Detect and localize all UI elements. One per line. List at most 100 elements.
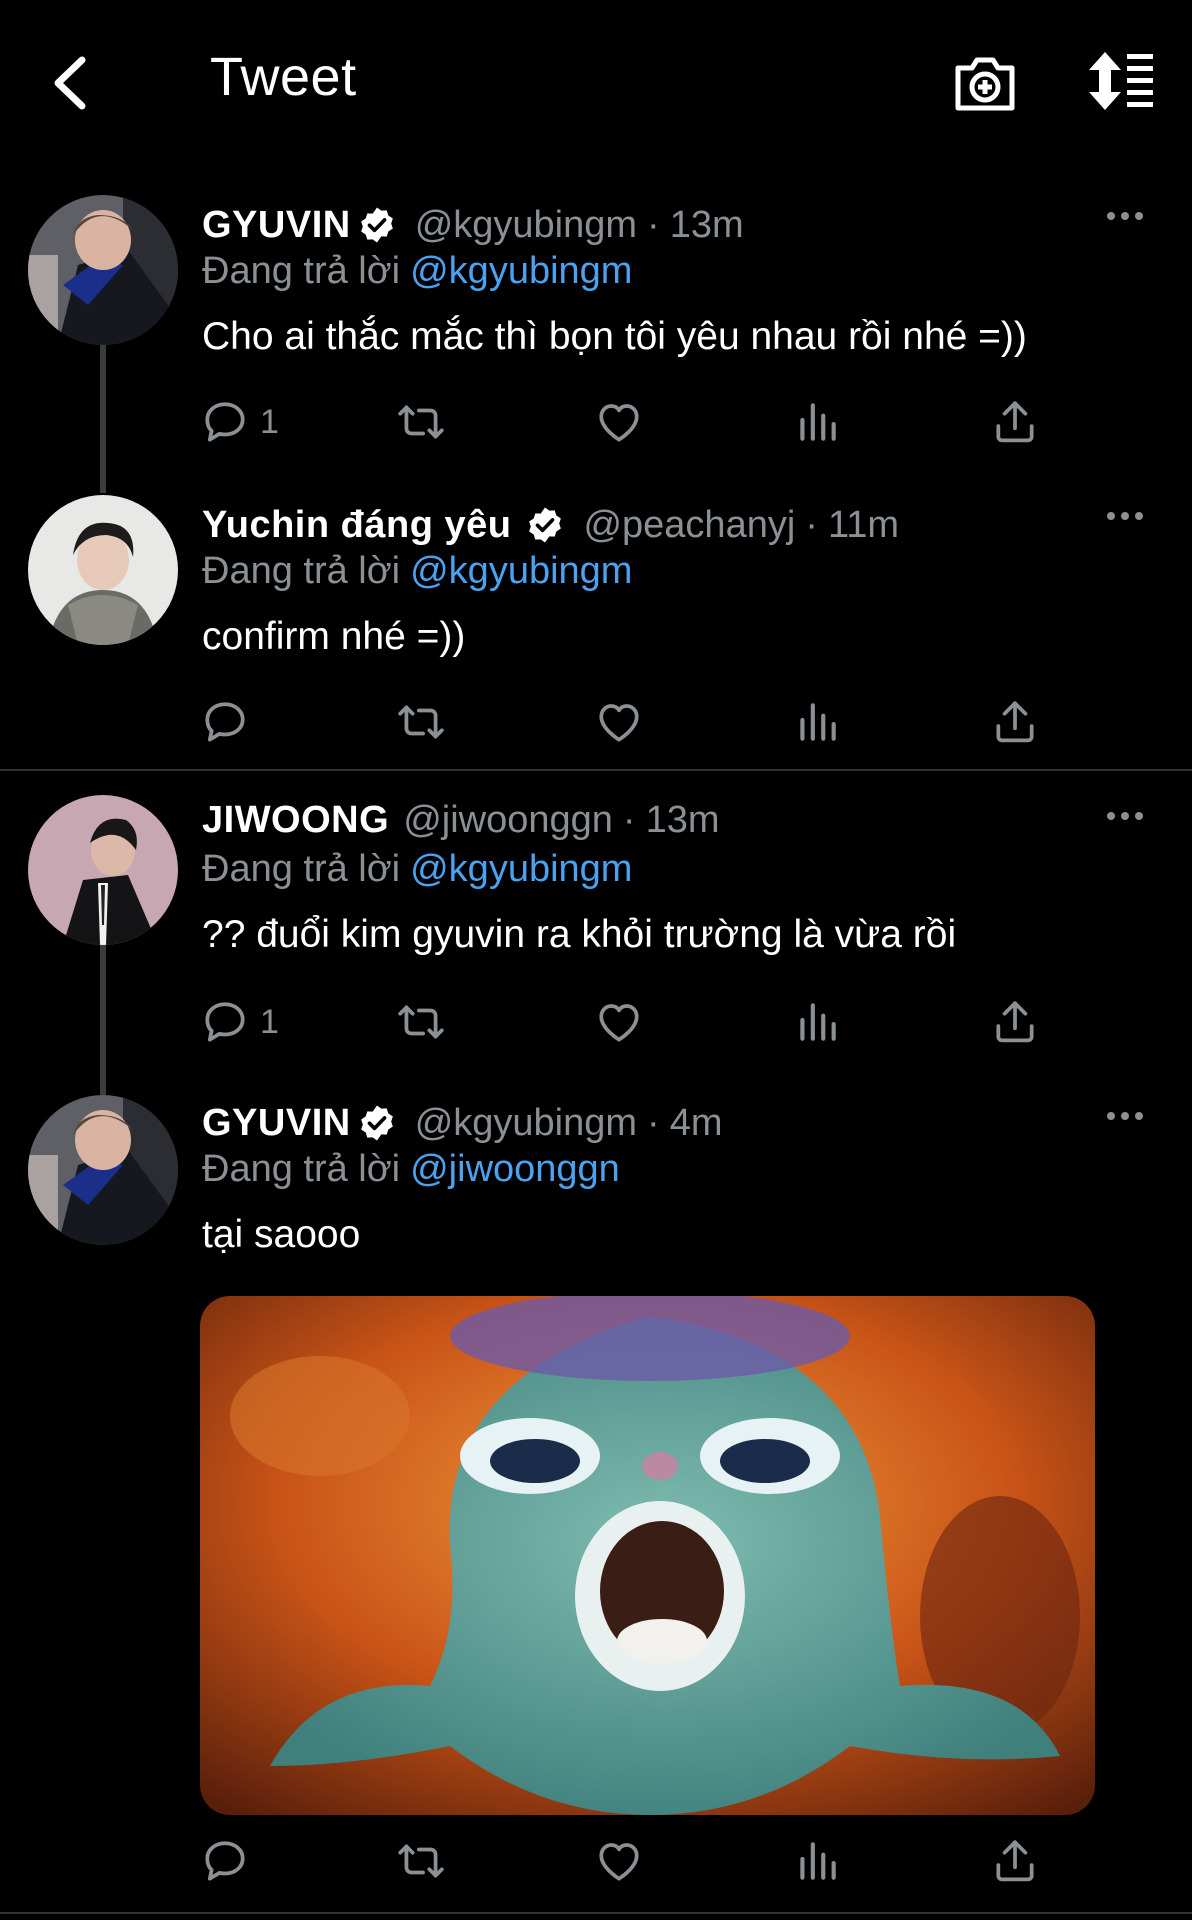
replying-to: Đang trả lời @kgyubingm [202,848,632,891]
avatar[interactable] [28,795,178,945]
verified-badge-icon [357,1103,397,1143]
camera-plus-icon [955,57,1015,111]
display-name[interactable]: GYUVIN [202,204,351,247]
reply-icon [200,997,250,1047]
timestamp[interactable]: 11m [828,504,899,547]
share-icon [990,1836,1040,1886]
display-name[interactable]: JIWOONG [202,799,389,842]
back-arrow-icon [54,56,86,110]
tweet-media-image[interactable] [200,1296,1095,1815]
more-options-button[interactable] [1105,506,1155,536]
replying-to: Đang trả lời @kgyubingm [202,250,632,293]
tweet-text: Cho ai thắc mắc thì bọn tôi yêu nhau rồi… [202,315,1027,358]
reply-count: 1 [260,1002,279,1041]
retweet-button[interactable] [396,394,446,450]
more-dots-icon [1105,506,1145,526]
retweet-button[interactable] [396,994,446,1050]
sort-replies-button[interactable] [1085,48,1155,118]
more-dots-icon [1105,806,1145,826]
tweet-header: Yuchin đáng yêu @peachanyj · 11m [202,500,899,550]
display-name[interactable]: GYUVIN [202,1102,351,1145]
like-button[interactable] [594,994,644,1050]
timestamp[interactable]: 13m [646,799,720,842]
tweet-actions [200,694,1060,754]
reply-icon [200,397,250,447]
thread-divider [0,769,1192,771]
separator-dot: · [647,203,660,246]
views-button[interactable] [792,1833,842,1889]
reply-button[interactable]: 1 [200,394,279,450]
share-button[interactable] [990,1833,1040,1889]
mention-link[interactable]: @kgyubingm [410,250,632,292]
reply-button[interactable] [200,1833,260,1889]
avatar[interactable] [28,1095,178,1245]
share-icon [990,397,1040,447]
display-name[interactable]: Yuchin đáng yêu [202,504,511,547]
back-button[interactable] [40,48,110,118]
more-options-button[interactable] [1105,806,1155,836]
analytics-icon [792,397,842,447]
tweet-divider [0,1912,1192,1914]
like-button[interactable] [594,694,644,750]
page-title: Tweet [210,47,357,107]
reply-button[interactable]: 1 [200,994,279,1050]
sort-thread-icon [1089,52,1153,110]
share-icon [990,997,1040,1047]
share-button[interactable] [990,994,1040,1050]
avatar[interactable] [28,195,178,345]
heart-icon [594,997,644,1047]
separator-dot: · [622,798,636,841]
separator-dot: · [805,503,818,546]
analytics-icon [792,697,842,747]
tweet-text: tại saooo [202,1213,361,1256]
timestamp[interactable]: 4m [670,1102,723,1145]
share-icon [990,697,1040,747]
mention-link[interactable]: @kgyubingm [410,848,632,890]
analytics-icon [792,1836,842,1886]
like-button[interactable] [594,394,644,450]
tweet-header: GYUVIN @kgyubingm · 13m [202,200,744,250]
more-options-button[interactable] [1105,206,1155,236]
camera-button[interactable] [950,48,1020,118]
retweet-icon [396,697,446,747]
retweet-icon [396,997,446,1047]
verified-badge-icon [357,205,397,245]
views-button[interactable] [792,994,842,1050]
heart-icon [594,397,644,447]
heart-icon [594,697,644,747]
more-options-button[interactable] [1105,1106,1155,1136]
share-button[interactable] [990,394,1040,450]
mention-link[interactable]: @kgyubingm [410,550,632,592]
views-button[interactable] [792,394,842,450]
user-handle[interactable]: @peachanyj [583,504,795,547]
views-button[interactable] [792,694,842,750]
verified-badge-icon [525,505,565,545]
retweet-button[interactable] [396,1833,446,1889]
retweet-icon [396,397,446,447]
replying-to-label: Đang trả lời [202,848,401,890]
avatar[interactable] [28,495,178,645]
tweet-text: confirm nhé =)) [202,615,466,658]
replying-to-label: Đang trả lời [202,250,401,292]
tweet-header: JIWOONG @jiwoonggn · 13m [202,795,719,845]
separator-dot: · [647,1101,660,1144]
analytics-icon [792,997,842,1047]
tweet-text: ?? đuổi kim gyuvin ra khỏi trường là vừa… [202,913,957,956]
tweet-header: GYUVIN @kgyubingm · 4m [202,1098,723,1148]
replying-to: Đang trả lời @kgyubingm [202,550,632,593]
retweet-button[interactable] [396,694,446,750]
share-button[interactable] [990,694,1040,750]
more-dots-icon [1105,1106,1145,1126]
reply-icon [200,1836,250,1886]
reaction-photo [200,1296,1095,1815]
tweet-actions: 1 [200,994,1060,1054]
replying-to-label: Đang trả lời [202,550,401,592]
mention-link[interactable]: @jiwoonggn [410,1148,620,1190]
top-bar: Tweet [0,0,1192,160]
user-handle[interactable]: @kgyubingm [415,1102,637,1145]
user-handle[interactable]: @jiwoonggn [403,799,613,842]
user-handle[interactable]: @kgyubingm [415,204,637,247]
timestamp[interactable]: 13m [670,204,744,247]
reply-button[interactable] [200,694,260,750]
like-button[interactable] [594,1833,644,1889]
